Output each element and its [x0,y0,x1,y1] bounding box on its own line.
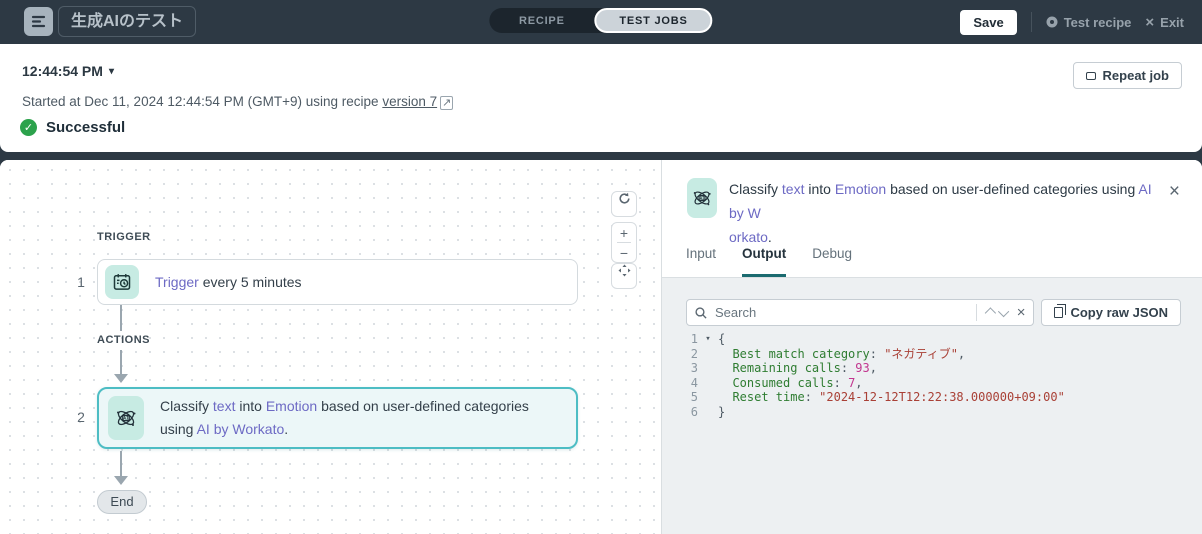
save-button[interactable]: Save [960,9,1017,35]
end-node: End [97,490,147,514]
flow-connector [120,451,122,478]
close-icon[interactable]: × [1169,182,1180,201]
code-line: 6} [686,405,1192,420]
status-text: Successful [46,119,126,136]
output-tab-content: × Copy raw JSON 1▾{2 Best match category… [662,278,1202,534]
search-icon [695,306,707,319]
code-text: Reset time: "2024-12-12T12:22:38.000000+… [732,390,1065,405]
flow-arrowhead [114,374,128,383]
tab-recipe[interactable]: RECIPE [489,15,594,27]
reset-view-icon [618,192,630,204]
chevron-down-icon: ▾ [108,65,114,77]
test-recipe-label: Test recipe [1063,14,1132,30]
svg-text:AI: AI [123,416,129,422]
top-header: 生成AIのテスト RECIPE TEST JOBS Save Test reci… [0,0,1202,44]
test-recipe-icon [1046,16,1058,28]
chevron-up-icon[interactable] [984,306,996,319]
version-link[interactable]: version 7 [382,94,437,109]
job-header-card: 12:44:54 PM ▾ Started at Dec 11, 2024 12… [0,44,1202,152]
ai-workato-icon: AI [687,178,717,218]
code-line: 4 Consumed calls: 7, [686,376,1192,391]
job-started-text: Started at Dec 11, 2024 12:44:54 PM (GMT… [22,94,383,109]
tab-output[interactable]: Output [742,246,787,277]
svg-text:AI: AI [700,195,705,200]
code-line: 5 Reset time: "2024-12-12T12:22:38.00000… [686,390,1192,405]
line-number: 5 [690,390,698,405]
flow-connector [120,350,122,376]
recipe-title[interactable]: 生成AIのテスト [58,6,197,37]
tab-test-jobs[interactable]: TEST JOBS [594,8,713,33]
scheduler-trigger-icon [105,265,139,299]
line-number: 6 [690,404,698,419]
search-clear-icon[interactable]: × [1017,305,1026,320]
panel-title: Classify text into Emotion based on user… [729,181,1152,245]
exit-close-icon: × [1145,13,1155,31]
line-number: 1 [690,332,698,346]
step-number: 2 [77,409,85,425]
trigger-section-label: TRIGGER [97,231,151,243]
recipe-testjobs-toggle: RECIPE TEST JOBS [489,8,713,33]
search-input[interactable] [715,305,968,320]
ai-workato-icon: AI [108,396,144,440]
repeat-job-button[interactable]: Repeat job [1072,62,1182,89]
job-status: ✓ Successful [20,119,125,136]
job-time-dropdown[interactable]: 12:44:54 PM ▾ [22,63,114,79]
step-number: 1 [77,274,85,290]
step-detail-panel: AI Classify text into Emotion based on u… [662,160,1202,534]
success-check-icon: ✓ [20,119,37,136]
fit-view-button[interactable] [611,263,637,289]
header-divider [1030,12,1032,32]
exit-button[interactable]: × Exit [1145,15,1184,30]
flow-connector [120,305,122,331]
flow-arrowhead [114,476,128,485]
code-text: { [718,332,726,346]
tab-debug[interactable]: Debug [812,246,852,277]
line-number: 3 [690,361,698,376]
search-box: × [686,299,1035,326]
actions-section-label: ACTIONS [97,334,150,346]
copy-icon [1054,304,1067,318]
copy-raw-json-label: Copy raw JSON [1070,305,1168,320]
recipe-canvas: TRIGGER 1 Trigger every 5 minutes ACTION… [0,160,662,534]
search-separator [975,304,977,321]
repeat-job-label: Repeat job [1102,68,1169,83]
zoom-control: + − [611,222,637,263]
reset-view-button[interactable] [611,191,637,217]
zoom-out-button[interactable]: − [611,243,637,262]
trigger-step-text: Trigger every 5 minutes [155,273,302,290]
detail-tabs: Input Output Debug [662,246,1202,278]
main-area: TRIGGER 1 Trigger every 5 minutes ACTION… [0,160,1202,534]
fold-toggle-icon[interactable]: ▾ [698,332,718,347]
job-time-label: 12:44:54 PM [22,63,103,79]
header-actions: Save Test recipe × Exit [960,0,1184,44]
chevron-down-icon[interactable] [997,305,1009,317]
code-text: Remaining calls: 93, [732,361,877,376]
trigger-step-card[interactable]: Trigger every 5 minutes [97,259,578,305]
line-number: 4 [690,375,698,390]
code-line: 3 Remaining calls: 93, [686,361,1192,376]
copy-raw-json-button[interactable]: Copy raw JSON [1041,299,1181,326]
classify-step-card[interactable]: AI Classify text into Emotion based on u… [97,387,578,449]
output-toolbar: × Copy raw JSON [686,299,1181,326]
json-output-viewer: 1 ▾{2 Best match category: "ネガティブ", 3 Rema… [686,332,1192,420]
code-line: 1 ▾{ [686,332,1192,347]
recipe-doc-icon [24,7,53,36]
code-text: Best match category: "ネガティブ", [732,346,966,361]
line-number: 2 [690,346,698,361]
external-link-icon: ↗ [440,96,454,110]
repeat-icon [1085,71,1096,80]
test-recipe-button[interactable]: Test recipe [1046,14,1132,30]
classify-step-text: Classify text into Emotion based on user… [160,398,529,437]
zoom-in-button[interactable]: + [611,223,637,242]
exit-label: Exit [1160,14,1184,30]
code-text: Consumed calls: 7, [732,375,863,390]
job-started-line: Started at Dec 11, 2024 12:44:54 PM (GMT… [22,94,454,110]
tab-input[interactable]: Input [686,246,716,277]
fit-view-icon [617,264,631,277]
code-text: } [718,404,726,419]
code-line: 2 Best match category: "ネガティブ", [686,347,1192,362]
